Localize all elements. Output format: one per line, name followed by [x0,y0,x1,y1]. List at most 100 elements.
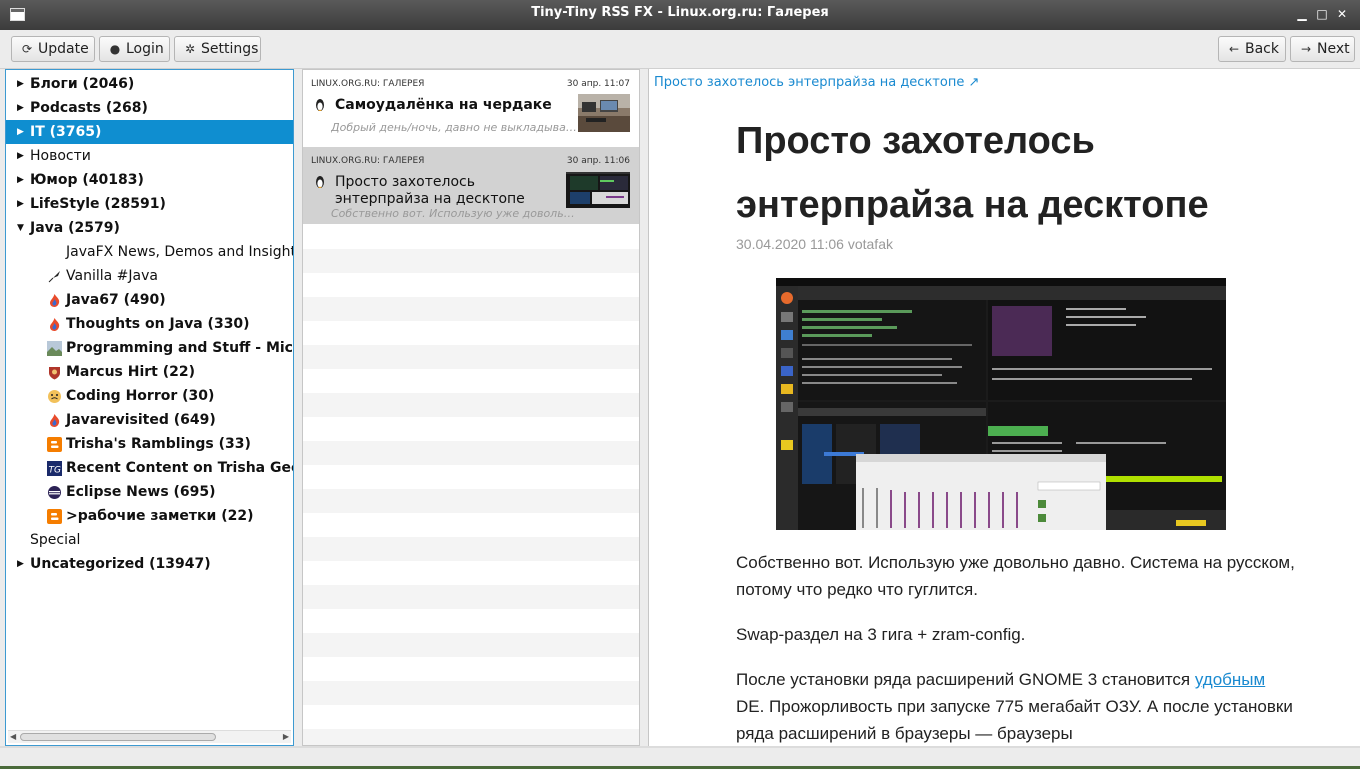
tree-item-label: Trisha's Ramblings (33) [66,436,251,452]
article-item[interactable]: LINUX.ORG.RU: ГАЛЕРЕЯ 30 апр. 11:07 Само… [303,70,639,147]
article-excerpt: Собственно вот. Использую уже довольно..… [331,207,577,220]
tree-item[interactable]: Trisha's Ramblings (33) [6,432,293,456]
collapsed-arrow-icon[interactable]: ▶ [17,96,27,120]
tree-item-label: >рабочие заметки (22) [66,508,254,524]
next-button-label: Next [1317,41,1350,57]
tree-item-label: JavaFX News, Demos and Insight // F [66,244,293,260]
collapsed-arrow-icon[interactable]: ▶ [17,192,27,216]
tree-item[interactable]: ▶ Юмор (40183) [6,168,293,192]
tree-item-label: Java67 (490) [66,292,166,308]
next-button[interactable]: → Next [1290,36,1355,62]
arrow-left-icon: ← [1228,42,1240,56]
tree-item[interactable]: TG Recent Content on Trisha Gee ( [6,456,293,480]
tree-item[interactable]: Special [6,528,293,552]
flame-icon [50,318,60,331]
blogger-icon [47,437,62,452]
tree-item-label: Uncategorized (13947) [30,556,211,572]
svg-text:TG: TG [49,466,61,476]
tux-icon [316,176,324,188]
tree-item[interactable]: Eclipse News (695) [6,480,293,504]
tree-item[interactable]: ▶ Блоги (2046) [6,72,293,96]
login-button[interactable]: ● Login [99,36,170,62]
tree-item[interactable]: Vanilla #Java [6,264,293,288]
collapsed-arrow-icon[interactable]: ▶ [17,168,27,192]
tree-item-label: Vanilla #Java [66,268,158,284]
update-button[interactable]: ⟳ Update [11,36,95,62]
tree-item[interactable]: ▶ LifeStyle (28591) [6,192,293,216]
udobnym-link[interactable]: удобным [1195,670,1265,689]
landscape-icon [47,341,62,356]
article-feed-name: LINUX.ORG.RU: ГАЛЕРЕЯ [311,79,425,89]
tree-item[interactable]: Java67 (490) [6,288,293,312]
tg-logo-icon: TG [47,461,62,476]
tree-item-label: Новости [30,148,91,164]
tux-icon [316,99,324,111]
user-icon: ● [109,42,121,56]
tree-item-label: Блоги (2046) [30,76,135,92]
scrollbar-thumb[interactable] [20,733,216,741]
article-thumbnail [578,94,630,132]
tree-item[interactable]: ▶ Podcasts (268) [6,96,293,120]
back-button[interactable]: ← Back [1218,36,1286,62]
face-icon [48,390,61,403]
tree-item[interactable]: Thoughts on Java (330) [6,312,293,336]
tree-item-label: Coding Horror (30) [66,388,215,404]
tree-item-label: Thoughts on Java (330) [66,316,250,332]
arrow-right-icon: → [1300,42,1312,56]
tree-item[interactable]: JavaFX News, Demos and Insight // F [6,240,293,264]
app-window: Tiny-Tiny RSS FX - Linux.org.ru: Галерея… [0,0,1360,766]
settings-button[interactable]: ✲ Settings [174,36,261,62]
update-button-label: Update [38,41,89,57]
tree-item[interactable]: ▶ Новости [6,144,293,168]
article-list[interactable]: LINUX.ORG.RU: ГАЛЕРЕЯ 30 апр. 11:07 Само… [302,69,640,746]
article-date: 30 апр. 11:07 [566,79,630,89]
collapsed-arrow-icon[interactable]: ▶ [17,144,27,168]
tree-item[interactable]: Programming and Stuff - Michael [6,336,293,360]
external-article-link[interactable]: Просто захотелось энтерпрайза на десктоп… [654,75,979,90]
article-title: Самоудалёнка на чердаке [335,97,552,113]
refresh-icon: ⟳ [21,42,33,56]
article-excerpt: Добрый день/ночь, давно не выкладывал ни… [331,121,577,134]
flame-icon [50,294,60,307]
tree-item[interactable]: >рабочие заметки (22) [6,504,293,528]
collapsed-arrow-icon[interactable]: ▶ [17,72,27,96]
tree-item[interactable]: ▶ IT (3765) [6,120,293,144]
tree-item[interactable]: ▶ Uncategorized (13947) [6,552,293,576]
back-button-label: Back [1245,41,1279,57]
tree-item-label: Recent Content on Trisha Gee ( [66,460,293,476]
tree-item[interactable]: Javarevisited (649) [6,408,293,432]
flame-icon [50,414,60,427]
feed-tree[interactable]: ▶ Блоги (2046) ▶ Podcasts (268) ▶ IT (3765) ▶ Н… [5,69,294,746]
tree-item[interactable]: Coding Horror (30) [6,384,293,408]
tree-item-label: Java (2579) [30,220,120,236]
collapsed-arrow-icon[interactable]: ▶ [17,552,27,576]
article-paragraph: Собственно вот. Использую уже довольно д… [736,553,1295,599]
quill-icon [48,271,60,283]
maximize-icon[interactable]: □ [1314,6,1330,22]
tree-horizontal-scrollbar[interactable]: ◀ ▶ [8,730,291,743]
article-date: 30 апр. 11:06 [566,156,630,166]
article-thumbnail [566,172,630,208]
blogger-icon [47,509,62,524]
article-reader[interactable]: Просто захотелось энтерпрайза на десктоп… [648,69,1360,746]
tree-item-label: Юмор (40183) [30,172,144,188]
close-icon[interactable]: ✕ [1334,6,1350,22]
window-title: Tiny-Tiny RSS FX - Linux.org.ru: Галерея [531,5,829,20]
tree-item[interactable]: ▼ Java (2579) [6,216,293,240]
article-meta: 30.04.2020 11:06 votafak [736,236,893,252]
article-feed-name: LINUX.ORG.RU: ГАЛЕРЕЯ [311,156,425,166]
article-item[interactable]: LINUX.ORG.RU: ГАЛЕРЕЯ 30 апр. 11:06 Прос… [303,147,639,224]
scroll-left-icon[interactable]: ◀ [10,731,16,743]
collapsed-arrow-icon[interactable]: ▶ [17,120,27,144]
article-paragraph: Swap-раздел на 3 гига + zram-config. [736,625,1026,644]
tree-item-label: LifeStyle (28591) [30,196,166,212]
gear-icon: ✲ [184,42,196,56]
title-bar[interactable]: Tiny-Tiny RSS FX - Linux.org.ru: Галерея… [0,0,1360,30]
tree-item[interactable]: Marcus Hirt (22) [6,360,293,384]
scroll-right-icon[interactable]: ▶ [283,731,289,743]
expanded-arrow-icon[interactable]: ▼ [17,216,27,240]
minimize-icon[interactable]: ▁ [1294,6,1310,22]
tree-item-label: Special [30,532,81,548]
tree-item-label: Marcus Hirt (22) [66,364,196,380]
tree-item-label: IT (3765) [30,124,102,140]
